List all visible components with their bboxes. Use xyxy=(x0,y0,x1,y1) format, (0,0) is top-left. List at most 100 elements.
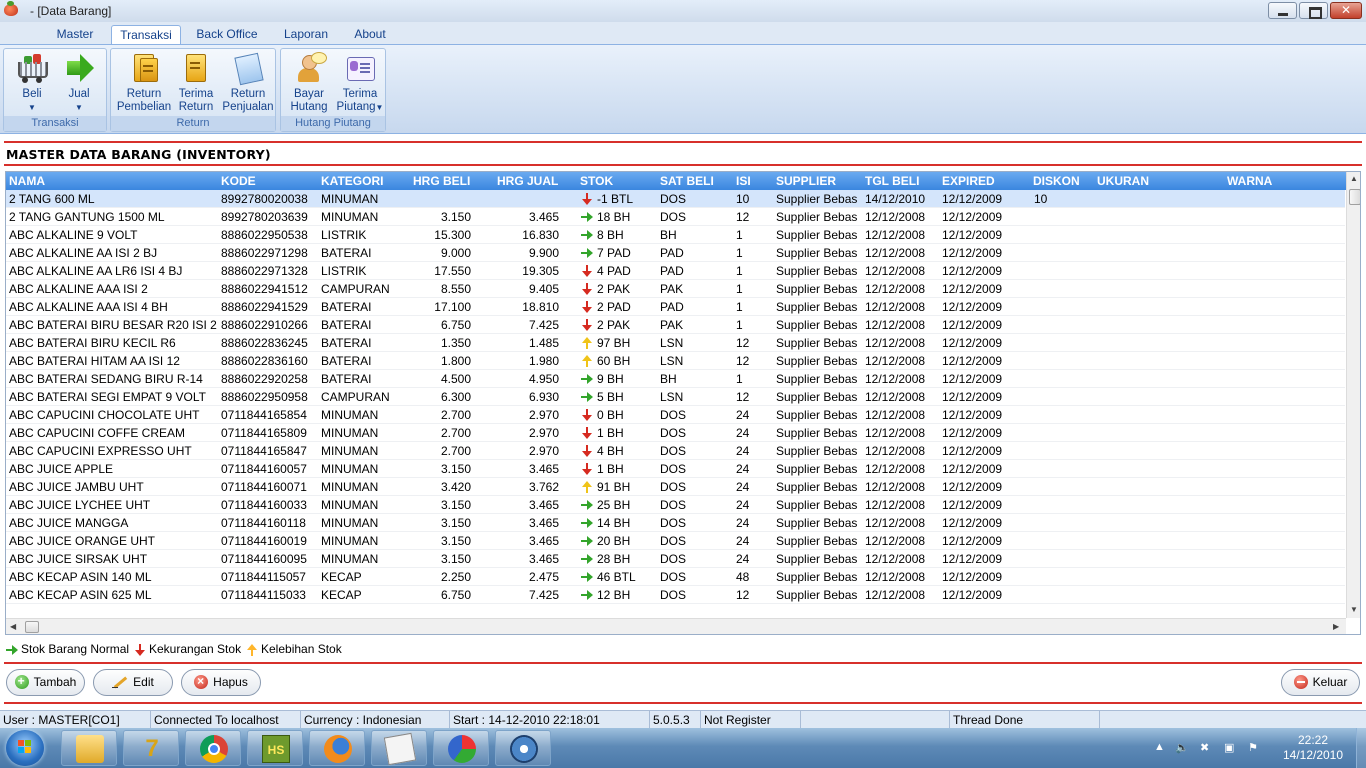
cell-kategori: BATERAI xyxy=(321,318,372,332)
taskbar-explorer[interactable] xyxy=(61,730,117,766)
scroll-up-icon[interactable]: ▲ xyxy=(1350,174,1358,183)
table-row[interactable]: ABC JUICE MANGGA 0711844160118 MINUMAN 3.15… xyxy=(6,514,1345,532)
cell-kategori: MINUMAN xyxy=(321,534,379,548)
volume-icon[interactable]: 🔈 xyxy=(1175,741,1189,754)
table-row[interactable]: ABC JUICE APPLE 0711844160057 MINUMAN 3.150… xyxy=(6,460,1345,478)
table-row[interactable]: ABC BATERAI BIRU BESAR R20 ISI 2 88860229… xyxy=(6,316,1345,334)
action-center-icon[interactable]: ⚑ xyxy=(1248,741,1258,754)
cell-sat-beli: LSN xyxy=(660,336,684,350)
show-desktop-button[interactable] xyxy=(1356,728,1366,768)
cell-tgl-beli: 12/12/2008 xyxy=(865,480,926,494)
tray-expand-icon[interactable]: ▲ xyxy=(1154,741,1165,753)
terima-return-button[interactable]: Terima Return xyxy=(173,52,219,114)
restore-button[interactable] xyxy=(1299,2,1328,19)
terima-piutang-button[interactable]: Terima Piutang▼ xyxy=(335,52,385,114)
tab-about[interactable]: About xyxy=(348,25,392,45)
table-row[interactable]: ABC ALKALINE AA ISI 2 BJ 8886022971298 BAT… xyxy=(6,244,1345,262)
table-row[interactable]: ABC ALKALINE AAA ISI 2 8886022941512 CAMPU… xyxy=(6,280,1345,298)
table-row[interactable]: ABC KECAP ASIN 625 ML 0711844115033 KECAP 6… xyxy=(6,586,1345,604)
tab-transaksi[interactable]: Transaksi xyxy=(111,25,181,45)
table-row[interactable]: ABC CAPUCINI EXPRESSO UHT 0711844165847 MI… xyxy=(6,442,1345,460)
column-header-supplier[interactable]: SUPPLIER xyxy=(776,174,836,188)
column-header-kode[interactable]: KODE xyxy=(221,174,256,188)
column-header-nama[interactable]: NAMA xyxy=(9,174,45,188)
taskbar-hs-app[interactable]: HS xyxy=(247,730,303,766)
table-row[interactable]: ABC CAPUCINI CHOCOLATE UHT 0711844165854 M… xyxy=(6,406,1345,424)
minimize-button[interactable] xyxy=(1268,2,1297,19)
bayar-hutang-button[interactable]: Bayar Hutang xyxy=(286,52,332,114)
taskbar-chrome[interactable] xyxy=(185,730,241,766)
tab-back-office[interactable]: Back Office xyxy=(192,25,262,45)
network-warning-icon[interactable]: ✖ xyxy=(1200,741,1209,754)
table-row[interactable]: 2 TANG 600 ML 8992780020038 MINUMAN -1 BTL D… xyxy=(6,190,1345,208)
taskbar-pie-app[interactable] xyxy=(433,730,489,766)
column-header-ukuran[interactable]: UKURAN xyxy=(1097,174,1149,188)
cell-expired: 12/12/2009 xyxy=(942,372,1003,386)
table-row[interactable]: ABC JUICE LYCHEE UHT 0711844160033 MINUMAN… xyxy=(6,496,1345,514)
column-header-isi[interactable]: ISI xyxy=(736,174,751,188)
edit-button[interactable]: Edit xyxy=(93,669,173,696)
table-row[interactable]: ABC BATERAI HITAM AA ISI 12 8886022836160… xyxy=(6,352,1345,370)
column-header-hrg-beli[interactable]: HRG BELI xyxy=(413,174,470,188)
scroll-left-icon[interactable]: ◀ xyxy=(10,622,16,631)
data-barang-grid[interactable]: NAMA KODE KATEGORI HRG BELI HRG JUAL STO… xyxy=(5,171,1361,635)
column-header-kategori[interactable]: KATEGORI xyxy=(321,174,383,188)
jual-button[interactable]: Jual ▼ xyxy=(59,52,99,114)
scroll-down-icon[interactable]: ▼ xyxy=(1350,605,1358,614)
table-row[interactable]: ABC JUICE ORANGE UHT 0711844160019 MINUMAN… xyxy=(6,532,1345,550)
return-penjualan-button[interactable]: Return Penjualan xyxy=(221,52,275,114)
scroll-right-icon[interactable]: ▶ xyxy=(1333,622,1339,631)
return-penjualan-label-2: Penjualan xyxy=(222,101,274,113)
return-pembelian-button[interactable]: Return Pembelian xyxy=(116,52,172,114)
table-row[interactable]: ABC BATERAI SEGI EMPAT 9 VOLT 88860229509… xyxy=(6,388,1345,406)
cell-isi: 24 xyxy=(736,534,750,548)
ribbon-tabs: Master Transaksi Back Office Laporan Abo… xyxy=(0,22,1366,45)
tab-laporan[interactable]: Laporan xyxy=(280,25,332,45)
keluar-button[interactable]: Keluar xyxy=(1281,669,1360,696)
beli-button[interactable]: Beli ▼ xyxy=(12,52,52,114)
hapus-button[interactable]: Hapus xyxy=(181,669,261,696)
arrow-right-icon xyxy=(581,535,593,547)
taskbar-media-player[interactable] xyxy=(495,730,551,766)
cell-kode: 8886022971298 xyxy=(221,246,308,260)
table-row[interactable]: ABC ALKALINE AAA ISI 4 BH 8886022941529 BA… xyxy=(6,298,1345,316)
table-row[interactable]: ABC ALKALINE 9 VOLT 8886022950538 LISTRIK 1… xyxy=(6,226,1345,244)
table-row[interactable]: ABC CAPUCINI COFFE CREAM 0711844165809 MIN… xyxy=(6,424,1345,442)
cell-kode: 8886022920258 xyxy=(221,372,308,386)
column-header-diskon[interactable]: DISKON xyxy=(1033,174,1080,188)
column-header-tgl-beli[interactable]: TGL BELI xyxy=(865,174,919,188)
vertical-scroll-thumb[interactable] xyxy=(1349,189,1360,205)
table-row[interactable]: ABC ALKALINE AA LR6 ISI 4 BJ 888602297132… xyxy=(6,262,1345,280)
cell-isi: 12 xyxy=(736,354,750,368)
close-button[interactable] xyxy=(1330,2,1362,19)
cell-stok: 20 BH xyxy=(597,534,631,548)
taskbar-mail[interactable] xyxy=(371,730,427,766)
table-row[interactable]: ABC JUICE SIRSAK UHT 0711844160095 MINUMAN… xyxy=(6,550,1345,568)
table-row[interactable]: ABC BATERAI BIRU KECIL R6 8886022836245 BA… xyxy=(6,334,1345,352)
taskbar-clock[interactable]: 22:22 14/12/2010 xyxy=(1278,733,1348,763)
app-logo-icon[interactable] xyxy=(4,1,18,16)
column-header-warna[interactable]: WARNA xyxy=(1227,174,1272,188)
column-header-stok[interactable]: STOK xyxy=(580,174,613,188)
start-button[interactable] xyxy=(6,730,44,766)
tambah-button[interactable]: Tambah xyxy=(6,669,85,696)
column-header-sat-beli[interactable]: SAT BELI xyxy=(660,174,714,188)
usb-device-icon[interactable]: ▣ xyxy=(1224,741,1234,754)
table-row[interactable]: ABC JUICE JAMBU UHT 0711844160071 MINUMAN 3… xyxy=(6,478,1345,496)
tab-master[interactable]: Master xyxy=(52,25,98,45)
table-row[interactable]: ABC BATERAI SEDANG BIRU R-14 888602292025… xyxy=(6,370,1345,388)
table-row[interactable]: 2 TANG GANTUNG 1500 ML 8992780203639 MINUM… xyxy=(6,208,1345,226)
hs-app-icon: HS xyxy=(262,735,290,763)
taskbar-firefox[interactable] xyxy=(309,730,365,766)
column-header-hrg-jual[interactable]: HRG JUAL xyxy=(497,174,558,188)
cell-stok: 97 BH xyxy=(597,336,631,350)
cell-stok: 14 BH xyxy=(597,516,631,530)
table-row[interactable]: ABC KECAP ASIN 140 ML 0711844115057 KECAP 2… xyxy=(6,568,1345,586)
column-header-expired[interactable]: EXPIRED xyxy=(942,174,995,188)
cell-stok: 7 PAD xyxy=(597,246,631,260)
taskbar-seven-app[interactable]: 7 xyxy=(123,730,179,766)
cell-sat-beli: PAK xyxy=(660,318,684,332)
horizontal-scroll-thumb[interactable] xyxy=(25,621,39,633)
vertical-scrollbar[interactable]: ▲ ▼ xyxy=(1346,172,1360,618)
horizontal-scrollbar[interactable]: ◀ ▶ xyxy=(6,618,1346,634)
